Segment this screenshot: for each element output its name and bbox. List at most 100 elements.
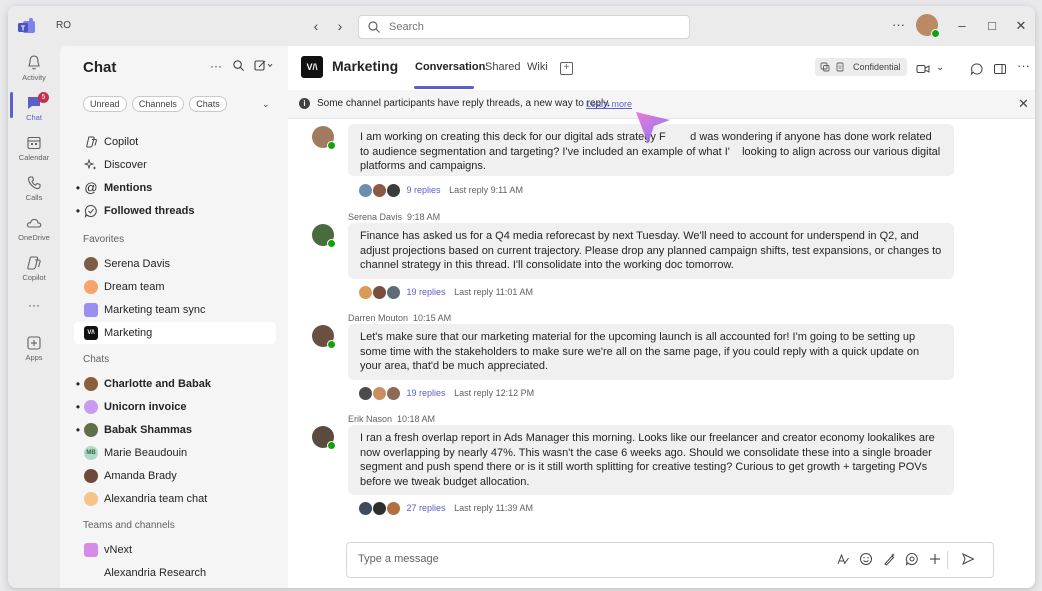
avatar xyxy=(84,257,98,271)
add-tab-button[interactable]: + xyxy=(560,62,573,75)
list-item-marketing[interactable]: V/\ Marketing xyxy=(74,322,276,344)
sensitivity-label[interactable]: Confidential xyxy=(815,58,907,76)
rail-more-apps-button[interactable]: ··· xyxy=(8,298,60,318)
send-icon xyxy=(962,552,975,566)
unread-dot: • xyxy=(75,423,81,437)
reply-summary[interactable]: 19 replies Last reply 12:12 PM xyxy=(358,385,535,402)
learn-more-link[interactable]: Learn more xyxy=(586,90,632,118)
list-item-marketing-team-sync[interactable]: Marketing team sync xyxy=(74,299,276,321)
new-chat-button[interactable] xyxy=(254,59,274,72)
search-icon xyxy=(233,60,245,72)
list-item-serena-davis[interactable]: Serena Davis xyxy=(74,253,276,275)
section-header-teams: Teams and channels xyxy=(83,520,175,531)
message-meta: Serena Davis 9:18 AM xyxy=(348,212,440,222)
reply-count[interactable]: 27 replies xyxy=(407,503,446,513)
filter-channels[interactable]: Channels xyxy=(131,96,184,112)
tab-conversation[interactable]: Conversation xyxy=(415,61,485,73)
format-text-button[interactable] xyxy=(836,552,850,566)
compose-box[interactable]: Type a message xyxy=(346,542,994,578)
compose-placeholder[interactable]: Type a message xyxy=(358,553,439,565)
filter-chats[interactable]: Chats xyxy=(189,96,227,112)
rail-item-chat[interactable]: 5 Chat xyxy=(8,92,60,132)
minimize-icon: – xyxy=(958,18,966,33)
reply-summary[interactable]: 19 replies Last reply 11:01 AM xyxy=(358,284,533,301)
meeting-icon xyxy=(84,303,98,317)
org-label[interactable]: RO xyxy=(56,20,71,31)
rail-label: Apps xyxy=(25,353,43,362)
open-panel-button[interactable] xyxy=(993,62,1007,76)
reply-summary[interactable]: 9 replies Last reply 9:11 AM xyxy=(358,182,523,199)
list-item-mentions[interactable]: • @ Mentions xyxy=(74,177,276,199)
close-button[interactable]: ✕ xyxy=(1011,16,1031,36)
rail-item-onedrive[interactable]: OneDrive xyxy=(8,212,60,252)
forward-button[interactable]: › xyxy=(330,16,350,36)
rail-item-apps[interactable]: Apps xyxy=(8,332,60,372)
rail-item-activity[interactable]: Activity xyxy=(8,52,60,92)
rail-item-calls[interactable]: Calls xyxy=(8,172,60,212)
reply-count[interactable]: 9 replies xyxy=(407,185,441,195)
rail-item-calendar[interactable]: Calendar xyxy=(8,132,60,172)
list-item-babak-shammas[interactable]: • Babak Shammas xyxy=(74,419,276,441)
copilot-compose-button[interactable] xyxy=(882,552,896,566)
back-button[interactable]: ‹ xyxy=(306,16,326,36)
more-options-button[interactable]: ··· xyxy=(892,17,905,32)
author-avatar[interactable] xyxy=(312,426,336,450)
format-icon xyxy=(837,553,849,565)
list-item-followed-threads[interactable]: • Followed threads xyxy=(74,200,276,222)
group-avatar xyxy=(84,492,98,506)
reply-count[interactable]: 19 replies xyxy=(407,287,446,297)
phone-icon xyxy=(25,174,43,192)
list-item-unicorn-invoice[interactable]: • Unicorn invoice xyxy=(74,396,276,418)
active-tab-indicator xyxy=(414,86,474,89)
video-call-button[interactable] xyxy=(916,62,930,76)
list-item-alexandria-research[interactable]: Alexandria Research xyxy=(74,562,276,584)
list-item-copilot[interactable]: Copilot xyxy=(74,131,276,153)
channel-more-button[interactable]: ··· xyxy=(1017,58,1030,73)
dismiss-banner-button[interactable]: ✕ xyxy=(1018,90,1029,118)
replier-avatar xyxy=(386,285,401,301)
section-header-chats: Chats xyxy=(83,354,110,365)
user-avatar[interactable] xyxy=(916,14,940,38)
reply-summary[interactable]: 27 replies Last reply 11:39 AM xyxy=(358,500,533,517)
compose-icon xyxy=(254,60,273,71)
author-avatar[interactable] xyxy=(312,126,336,150)
last-reply-time: Last reply 12:12 PM xyxy=(454,388,535,398)
filter-unread[interactable]: Unread xyxy=(83,96,127,112)
rail-item-copilot[interactable]: Copilot xyxy=(8,252,60,292)
search-input[interactable] xyxy=(387,18,681,36)
teams-window: T RO ‹ › ··· – □ ✕ Activity 5 Chat xyxy=(8,6,1035,588)
unread-dot: • xyxy=(75,400,81,414)
video-options-button[interactable]: ⌄ xyxy=(936,62,950,76)
filter-expand-button[interactable]: ⌄ xyxy=(262,99,270,110)
message-meta: Darren Mouton 10:15 AM xyxy=(348,313,451,323)
list-item-marie-beaudouin[interactable]: MB Marie Beaudouin xyxy=(74,442,276,464)
chat-search-button[interactable] xyxy=(232,59,245,72)
list-item-dream-team[interactable]: Dream team xyxy=(74,276,276,298)
initials-avatar: MB xyxy=(84,446,98,460)
send-button[interactable] xyxy=(961,552,975,566)
list-item-amanda-brady[interactable]: Amanda Brady xyxy=(74,465,276,487)
list-item-alexandria-team-chat[interactable]: Alexandria team chat xyxy=(74,488,276,510)
author-avatar[interactable] xyxy=(312,325,336,349)
maximize-icon: □ xyxy=(988,18,996,33)
loop-component-button[interactable] xyxy=(905,552,919,566)
minimize-button[interactable]: – xyxy=(952,16,972,36)
reply-count[interactable]: 19 replies xyxy=(407,388,446,398)
list-item-discover[interactable]: Discover xyxy=(74,154,276,176)
chat-list-more-button[interactable]: ··· xyxy=(210,59,222,73)
attach-button[interactable] xyxy=(928,552,942,566)
copy-link-icon xyxy=(820,62,830,72)
message-body: I ran a fresh overlap report in Ads Mana… xyxy=(348,425,954,495)
emoji-button[interactable] xyxy=(859,552,873,566)
author-avatar[interactable] xyxy=(312,224,336,248)
replier-avatar xyxy=(358,386,373,402)
tab-shared[interactable]: Shared xyxy=(485,61,520,73)
maximize-button[interactable]: □ xyxy=(982,16,1002,36)
search-box[interactable] xyxy=(358,15,690,39)
chat-bubble-button[interactable] xyxy=(970,62,984,76)
list-item-charlotte-and-babak[interactable]: • Charlotte and Babak xyxy=(74,373,276,395)
tab-wiki[interactable]: Wiki xyxy=(527,61,548,73)
list-item-vnext[interactable]: vNext xyxy=(74,539,276,561)
list-item-label: Mentions xyxy=(104,182,153,194)
channel-logo-icon: V/\ xyxy=(84,326,98,340)
